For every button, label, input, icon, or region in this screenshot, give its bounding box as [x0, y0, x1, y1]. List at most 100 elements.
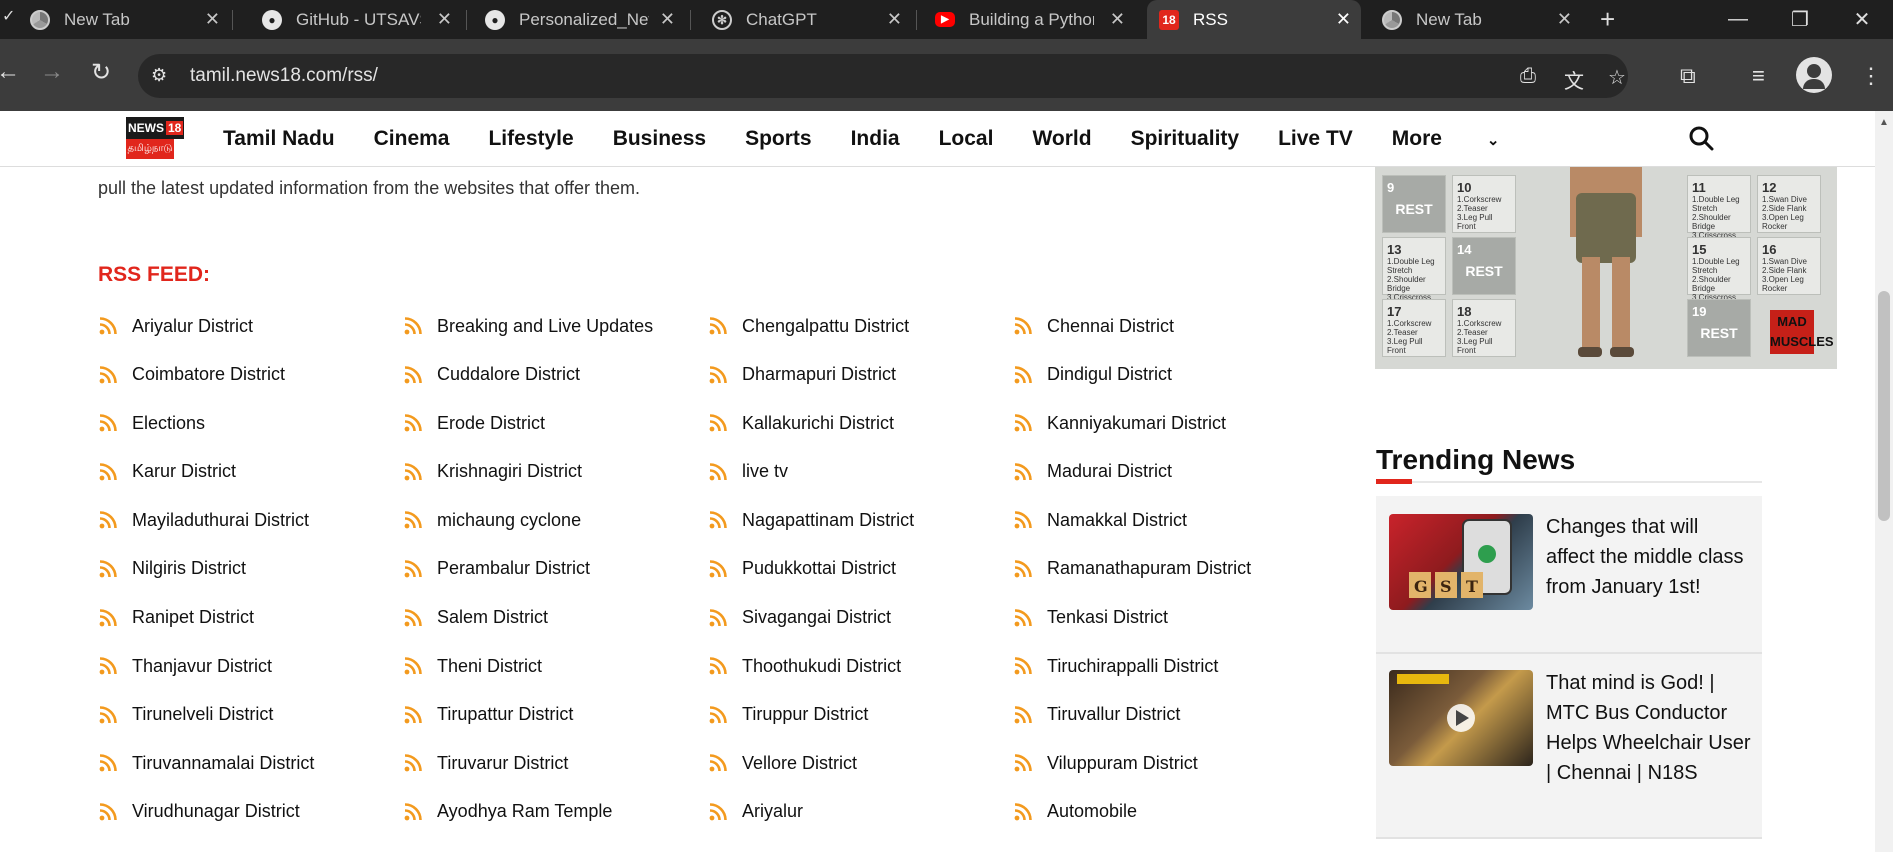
rss-feed-label[interactable]: Salem District — [437, 607, 548, 628]
rss-feed-item[interactable]: Elections — [98, 408, 403, 438]
rss-feed-label[interactable]: Erode District — [437, 413, 545, 434]
rss-feed-item[interactable]: Tenkasi District — [1013, 603, 1318, 633]
rss-feed-item[interactable]: Automobile — [1013, 797, 1318, 827]
menu-kebab-icon[interactable]: ⋮ — [1860, 63, 1882, 89]
rss-feed-label[interactable]: Nilgiris District — [132, 558, 246, 579]
nav-item-sports[interactable]: Sports — [745, 127, 812, 151]
rss-feed-label[interactable]: Elections — [132, 413, 205, 434]
restore-icon[interactable]: ❐ — [1769, 7, 1831, 32]
rss-feed-label[interactable]: Breaking and Live Updates — [437, 316, 653, 337]
browser-tab-active[interactable]: 18 RSS ✕ — [1147, 0, 1361, 39]
close-tab-icon[interactable]: ✕ — [660, 9, 675, 30]
rss-feed-item[interactable]: Theni District — [403, 651, 708, 681]
rss-feed-label[interactable]: Madurai District — [1047, 461, 1172, 482]
rss-feed-item[interactable]: Namakkal District — [1013, 505, 1318, 535]
scroll-up-arrow-icon[interactable]: ▲ — [1879, 117, 1889, 128]
rss-feed-label[interactable]: Virudhunagar District — [132, 801, 300, 822]
rss-feed-label[interactable]: michaung cyclone — [437, 510, 581, 531]
close-tab-icon[interactable]: ✕ — [1557, 9, 1572, 30]
browser-tab[interactable]: ▶ Building a Python ✕ — [935, 0, 1135, 39]
site-info-icon[interactable]: ⚙ — [151, 65, 173, 87]
translate-icon[interactable]: 文 — [1564, 65, 1584, 94]
rss-feed-label[interactable]: Tiruppur District — [742, 704, 868, 725]
rss-feed-item[interactable]: Mayiladuthurai District — [98, 505, 403, 535]
rss-feed-item[interactable]: Kallakurichi District — [708, 408, 1013, 438]
rss-feed-label[interactable]: Ariyalur — [742, 801, 803, 822]
browser-tab[interactable]: New Tab ✕ — [1382, 0, 1582, 39]
reload-icon[interactable]: ↻ — [91, 58, 111, 87]
nav-item-world[interactable]: World — [1032, 127, 1091, 151]
rss-feed-item[interactable]: Dharmapuri District — [708, 360, 1013, 390]
rss-feed-item[interactable]: Tiruvarur District — [403, 748, 708, 778]
nav-item-india[interactable]: India — [851, 127, 900, 151]
rss-feed-item[interactable]: Ranipet District — [98, 603, 403, 633]
rss-feed-label[interactable]: Thanjavur District — [132, 656, 272, 677]
rss-feed-label[interactable]: Ayodhya Ram Temple — [437, 801, 612, 822]
rss-feed-item[interactable]: Salem District — [403, 603, 708, 633]
minimize-icon[interactable]: — — [1707, 8, 1769, 31]
rss-feed-label[interactable]: Chennai District — [1047, 316, 1174, 337]
forward-arrow-icon[interactable]: → — [40, 58, 64, 86]
rss-feed-item[interactable]: Tiruvallur District — [1013, 700, 1318, 730]
rss-feed-item[interactable]: Krishnagiri District — [403, 457, 708, 487]
rss-feed-item[interactable]: Karur District — [98, 457, 403, 487]
rss-feed-item[interactable]: Erode District — [403, 408, 708, 438]
close-tab-icon[interactable]: ✕ — [887, 9, 902, 30]
search-icon[interactable] — [1688, 125, 1714, 151]
rss-feed-label[interactable]: Namakkal District — [1047, 510, 1187, 531]
rss-feed-item[interactable]: Chennai District — [1013, 311, 1318, 341]
browser-tab[interactable]: New Tab ✕ — [30, 0, 230, 39]
nav-item-local[interactable]: Local — [939, 127, 994, 151]
rss-feed-label[interactable]: Nagapattinam District — [742, 510, 914, 531]
browser-tab[interactable]: ● Personalized_New ✕ — [485, 0, 685, 39]
rss-feed-label[interactable]: Ramanathapuram District — [1047, 558, 1251, 579]
scrollbar-thumb[interactable] — [1878, 291, 1890, 521]
rss-feed-item[interactable]: Viluppuram District — [1013, 748, 1318, 778]
rss-feed-label[interactable]: Dindigul District — [1047, 364, 1172, 385]
rss-feed-item[interactable]: Ariyalur District — [98, 311, 403, 341]
rss-feed-item[interactable]: Tirupattur District — [403, 700, 708, 730]
rss-feed-item[interactable]: Virudhunagar District — [98, 797, 403, 827]
rss-feed-label[interactable]: Tirupattur District — [437, 704, 573, 725]
rss-feed-label[interactable]: Automobile — [1047, 801, 1137, 822]
rss-feed-item[interactable]: live tv — [708, 457, 1013, 487]
rss-feed-label[interactable]: Karur District — [132, 461, 236, 482]
rss-feed-label[interactable]: Perambalur District — [437, 558, 590, 579]
rss-feed-label[interactable]: live tv — [742, 461, 788, 482]
rss-feed-item[interactable]: Nilgiris District — [98, 554, 403, 584]
rss-feed-label[interactable]: Krishnagiri District — [437, 461, 582, 482]
rss-feed-label[interactable]: Tiruchirappalli District — [1047, 656, 1218, 677]
nav-item-lifestyle[interactable]: Lifestyle — [488, 127, 573, 151]
address-bar[interactable]: ⚙ tamil.news18.com/rss/ ⎙ 文 ☆ — [138, 54, 1628, 98]
nav-item-more[interactable]: More ⌄ — [1392, 127, 1539, 151]
trending-news-item[interactable]: That mind is God! | MTC Bus Conductor He… — [1376, 654, 1762, 837]
rss-feed-label[interactable]: Tiruvarur District — [437, 753, 568, 774]
rss-feed-item[interactable]: Cuddalore District — [403, 360, 708, 390]
rss-feed-label[interactable]: Sivagangai District — [742, 607, 891, 628]
trending-news-item[interactable]: G S T Changes that will affect the middl… — [1376, 496, 1762, 652]
close-tab-icon[interactable]: ✕ — [205, 9, 220, 30]
rss-feed-label[interactable]: Tirunelveli District — [132, 704, 273, 725]
rss-feed-item[interactable]: Nagapattinam District — [708, 505, 1013, 535]
install-app-icon[interactable]: ⎙ — [1520, 65, 1536, 88]
back-arrow-icon[interactable]: ← — [0, 58, 20, 86]
rss-feed-label[interactable]: Tiruvannamalai District — [132, 753, 314, 774]
close-window-icon[interactable]: ✕ — [1831, 7, 1893, 32]
rss-feed-item[interactable]: michaung cyclone — [403, 505, 708, 535]
rss-feed-item[interactable]: Sivagangai District — [708, 603, 1013, 633]
rss-feed-item[interactable]: Thanjavur District — [98, 651, 403, 681]
rss-feed-label[interactable]: Kallakurichi District — [742, 413, 894, 434]
news18-logo[interactable]: NEWS 18 தமிழ்நாடு — [126, 117, 184, 159]
rss-feed-item[interactable]: Tiruvannamalai District — [98, 748, 403, 778]
rss-feed-item[interactable]: Tiruchirappalli District — [1013, 651, 1318, 681]
rss-feed-label[interactable]: Tenkasi District — [1047, 607, 1168, 628]
rss-feed-label[interactable]: Vellore District — [742, 753, 857, 774]
rss-feed-label[interactable]: Cuddalore District — [437, 364, 580, 385]
profile-avatar[interactable] — [1796, 57, 1832, 93]
rss-feed-item[interactable]: Kanniyakumari District — [1013, 408, 1318, 438]
rss-feed-item[interactable]: Pudukkottai District — [708, 554, 1013, 584]
media-controls-icon[interactable]: ≡ — [1752, 63, 1765, 89]
nav-item-spirituality[interactable]: Spirituality — [1131, 127, 1240, 151]
rss-feed-item[interactable]: Breaking and Live Updates — [403, 311, 708, 341]
tab-search-chevron-icon[interactable]: ✓ — [2, 6, 15, 26]
